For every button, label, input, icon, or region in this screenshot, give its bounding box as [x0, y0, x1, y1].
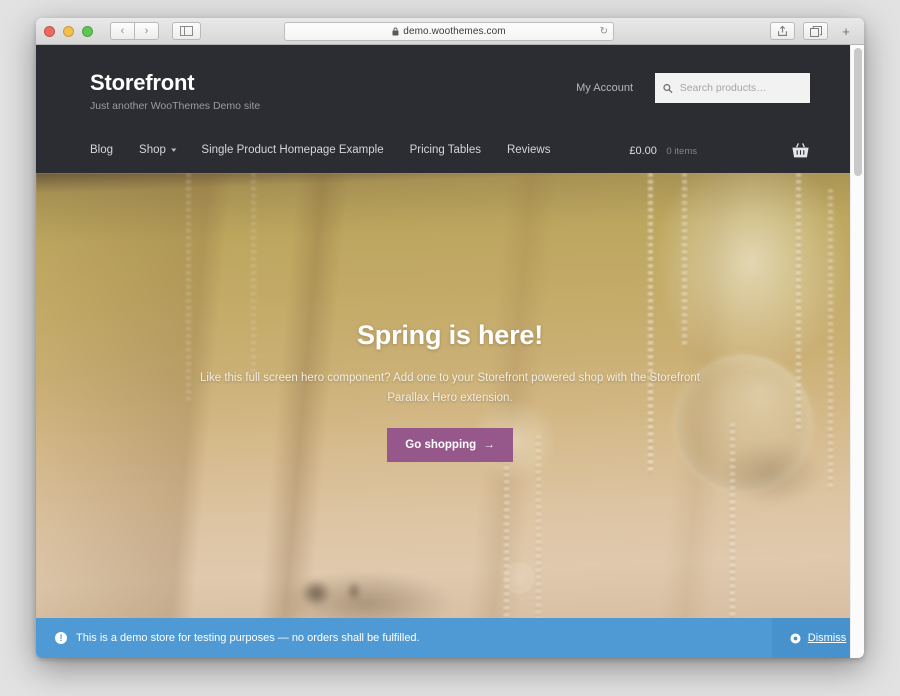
demo-notice-message: ! This is a demo store for testing purpo…	[36, 618, 772, 658]
cart-area: £0.00 0 items	[629, 127, 810, 173]
scrollbar-thumb[interactable]	[854, 48, 862, 176]
cart-item-count: 0 items	[666, 146, 697, 157]
dismiss-label[interactable]: Dismiss	[808, 632, 847, 644]
address-bar[interactable]: demo.woothemes.com ↻	[284, 21, 614, 41]
nav-item-label: Shop	[139, 144, 166, 156]
chevron-down-icon[interactable]: ▾	[171, 146, 176, 154]
arrow-right-icon: →	[483, 439, 495, 452]
window-controls	[44, 25, 93, 37]
hero-description: Like this full screen hero component? Ad…	[200, 372, 700, 404]
cart-amount: £0.00	[629, 145, 657, 157]
nav-item-label: Pricing Tables	[409, 144, 481, 156]
nav-item-single-product-homepage-example[interactable]: Single Product Homepage Example	[201, 144, 383, 156]
nav-item-reviews[interactable]: Reviews	[507, 144, 550, 156]
go-shopping-button[interactable]: Go shopping →	[387, 428, 513, 463]
close-window-button[interactable]	[44, 25, 55, 37]
hero-content: Spring is here! Like this full screen he…	[36, 173, 864, 463]
demo-notice-text: This is a demo store for testing purpose…	[76, 632, 420, 644]
product-search-form[interactable]	[655, 73, 810, 103]
nav-item-label: Single Product Homepage Example	[201, 144, 384, 156]
demo-store-notice: ! This is a demo store for testing purpo…	[36, 618, 864, 658]
my-account-link[interactable]: My Account	[576, 82, 633, 94]
desktop-backdrop: ‹ › demo.woothemes.com ↻ + Storefront Ju…	[0, 0, 900, 696]
nav-item-blog[interactable]: Blog	[90, 144, 113, 156]
share-icon[interactable]	[770, 22, 795, 40]
cart-link[interactable]: £0.00 0 items	[629, 141, 697, 159]
shopping-basket-icon[interactable]	[791, 142, 810, 159]
nav-item-label: Reviews	[506, 144, 551, 156]
decorative-bokeh-circle	[504, 563, 534, 593]
info-icon: !	[55, 632, 67, 644]
search-input[interactable]	[679, 82, 802, 94]
nav-item-label: Blog	[90, 144, 114, 156]
dismiss-circle-icon	[790, 633, 801, 643]
header-right: My Account	[576, 73, 810, 103]
nav-item-pricing-tables[interactable]: Pricing Tables	[410, 144, 481, 156]
lock-icon	[392, 27, 399, 35]
nav-item-shop[interactable]: Shop ▾	[139, 144, 176, 156]
search-icon	[663, 83, 673, 93]
titlebar-right-controls: +	[770, 22, 856, 40]
navigation-buttons: ‹ ›	[110, 22, 159, 40]
forward-button[interactable]: ›	[134, 22, 159, 40]
url-text: demo.woothemes.com	[403, 25, 506, 37]
site-header: Storefront Just another WooThemes Demo s…	[36, 45, 864, 173]
browser-window: ‹ › demo.woothemes.com ↻ + Storefront Ju…	[36, 18, 864, 658]
page-viewport: Storefront Just another WooThemes Demo s…	[36, 45, 864, 658]
hero-section: Spring is here! Like this full screen he…	[36, 173, 864, 658]
go-shopping-label: Go shopping	[405, 439, 477, 452]
primary-navigation: Blog Shop ▾ Single Product Homepage Exam…	[90, 127, 576, 173]
reload-icon[interactable]: ↻	[600, 26, 608, 37]
sidebar-toggle-icon[interactable]	[172, 22, 201, 40]
back-button[interactable]: ‹	[110, 22, 135, 40]
vertical-scrollbar[interactable]	[850, 45, 864, 658]
show-tabs-icon[interactable]	[803, 22, 828, 40]
minimize-window-button[interactable]	[63, 25, 74, 37]
maximize-window-button[interactable]	[82, 25, 93, 37]
hero-title: Spring is here!	[356, 320, 544, 350]
new-tab-button[interactable]: +	[836, 22, 856, 40]
browser-titlebar: ‹ › demo.woothemes.com ↻ +	[36, 18, 864, 45]
